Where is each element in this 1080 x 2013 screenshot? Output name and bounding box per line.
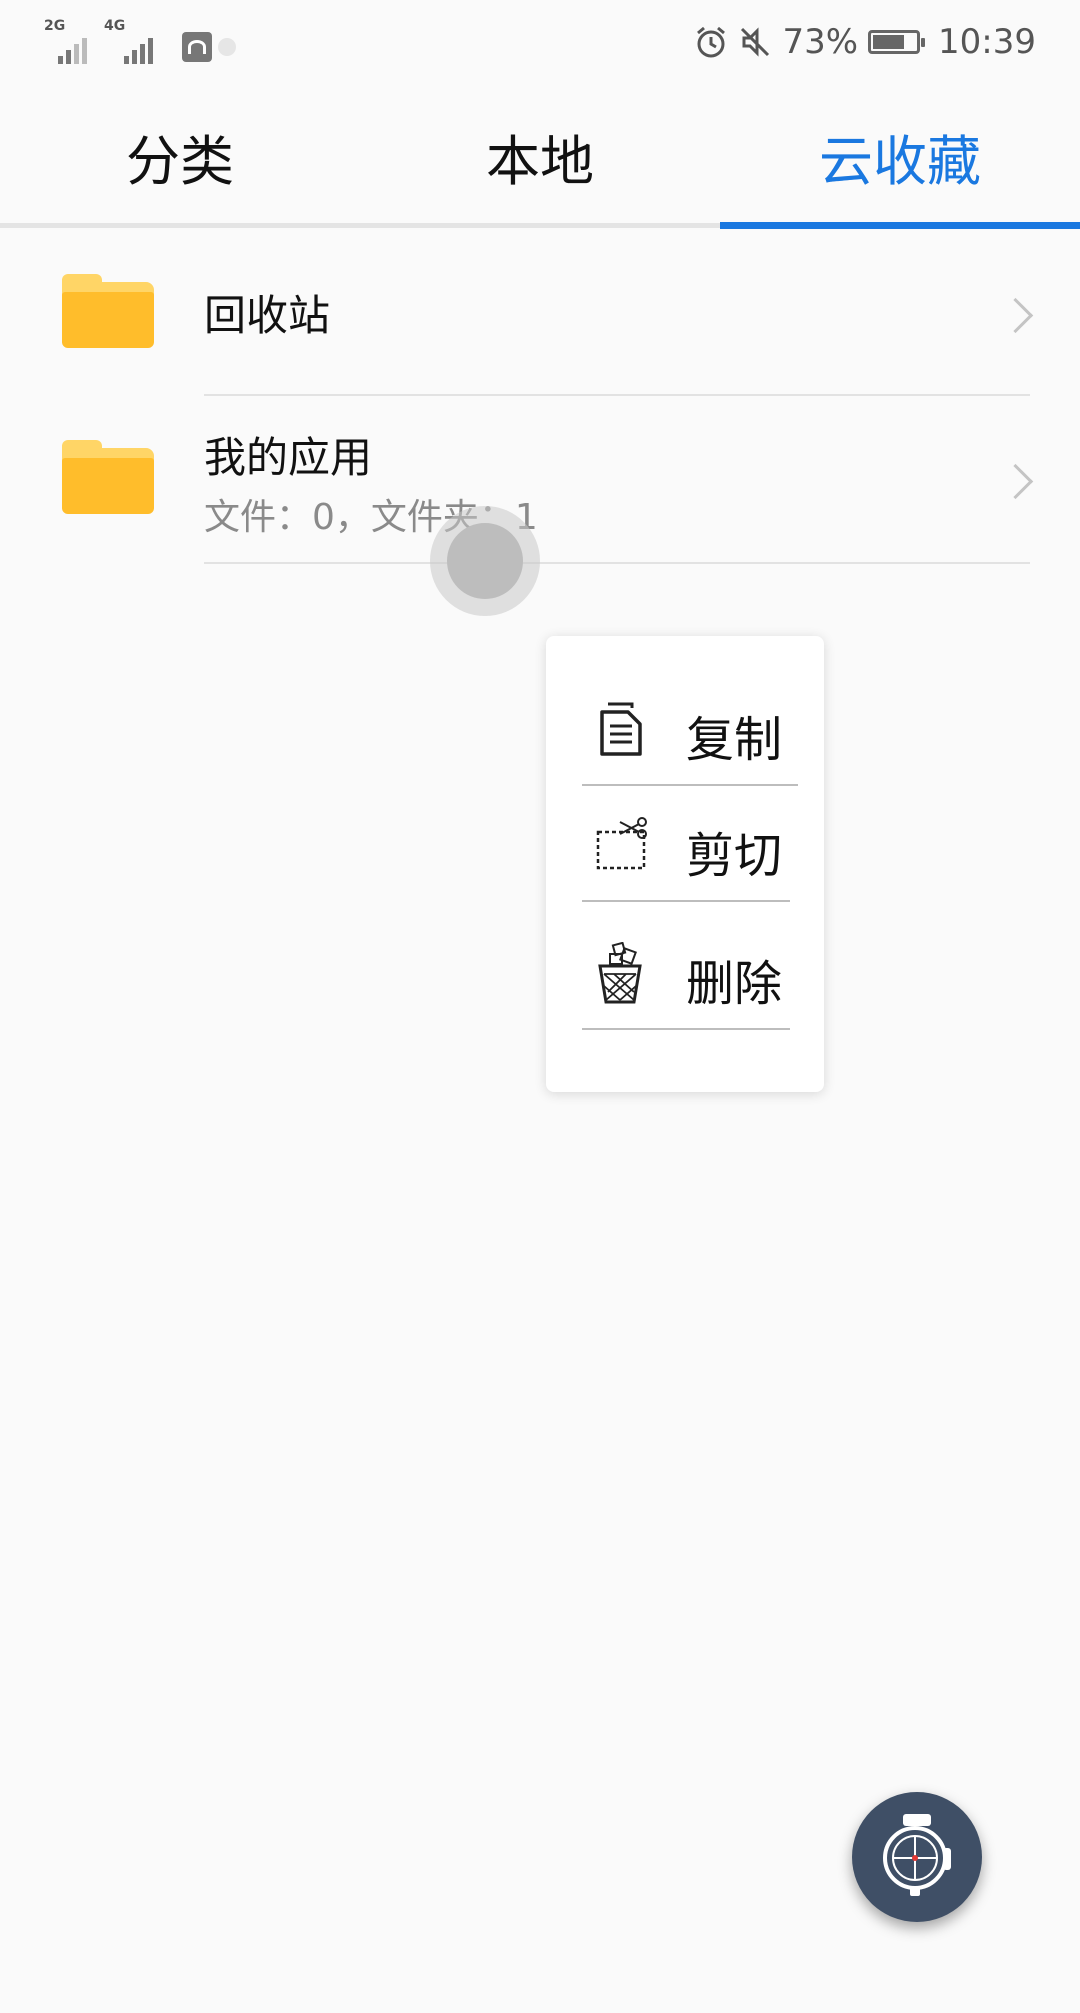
delete-icon	[598, 942, 642, 1004]
touch-indicator	[430, 506, 540, 616]
menu-item-label: 复制	[686, 712, 783, 768]
tab-local[interactable]: 本地	[360, 86, 720, 226]
status-bar: 2G 4G 73% 10:39	[0, 0, 1080, 86]
floating-target-button[interactable]	[852, 1792, 982, 1922]
chevron-right-icon	[997, 297, 1034, 334]
tab-cloud-favorites[interactable]: 云收藏	[720, 86, 1080, 226]
cut-icon	[596, 817, 647, 870]
mute-icon	[741, 27, 770, 57]
folder-icon	[62, 440, 154, 514]
signal-4g-icon: 4G	[104, 18, 162, 64]
clock: 10:39	[938, 22, 1036, 62]
huawei-app-icon	[182, 32, 212, 62]
copy-icon	[600, 702, 642, 756]
menu-item-delete[interactable]: 删除	[582, 930, 790, 1030]
list-item-my-apps[interactable]: 我的应用 文件：0，文件夹：1	[0, 396, 1080, 564]
screen: 2G 4G 73% 10:39 分类 本地 云收藏 回收站 我的应用 文件：0，…	[0, 0, 1080, 2013]
file-name: 回收站	[204, 291, 331, 340]
status-left: 2G 4G	[44, 18, 236, 64]
menu-item-label: 删除	[686, 956, 783, 1012]
context-menu: 复制 剪切 删除	[546, 636, 824, 1092]
tab-active-indicator	[720, 222, 1080, 229]
menu-item-copy[interactable]: 复制	[582, 686, 798, 786]
menu-divider	[582, 1028, 790, 1030]
tab-bar: 分类 本地 云收藏	[0, 86, 1080, 226]
folder-icon	[62, 274, 154, 348]
tab-categories[interactable]: 分类	[0, 86, 360, 226]
battery-percent: 73%	[782, 22, 859, 62]
chevron-right-icon	[997, 463, 1034, 500]
status-right: 73% 10:39	[694, 18, 1036, 66]
menu-divider	[582, 784, 798, 786]
alarm-icon	[697, 26, 726, 58]
battery-level-fill	[873, 35, 905, 49]
menu-divider	[582, 900, 790, 902]
signal-4g-label: 4G	[104, 18, 126, 34]
file-name: 我的应用	[204, 433, 373, 482]
crosshair-gauge-icon	[883, 1814, 951, 1896]
list-item-recycle-bin[interactable]: 回收站	[0, 230, 1080, 398]
notification-dot-icon	[218, 38, 236, 56]
battery-icon	[868, 30, 926, 54]
list-divider	[204, 562, 1030, 564]
signal-2g-icon: 2G	[44, 18, 87, 64]
menu-item-cut[interactable]: 剪切	[582, 802, 790, 902]
menu-item-label: 剪切	[686, 828, 783, 884]
signal-2g-label: 2G	[44, 18, 66, 34]
